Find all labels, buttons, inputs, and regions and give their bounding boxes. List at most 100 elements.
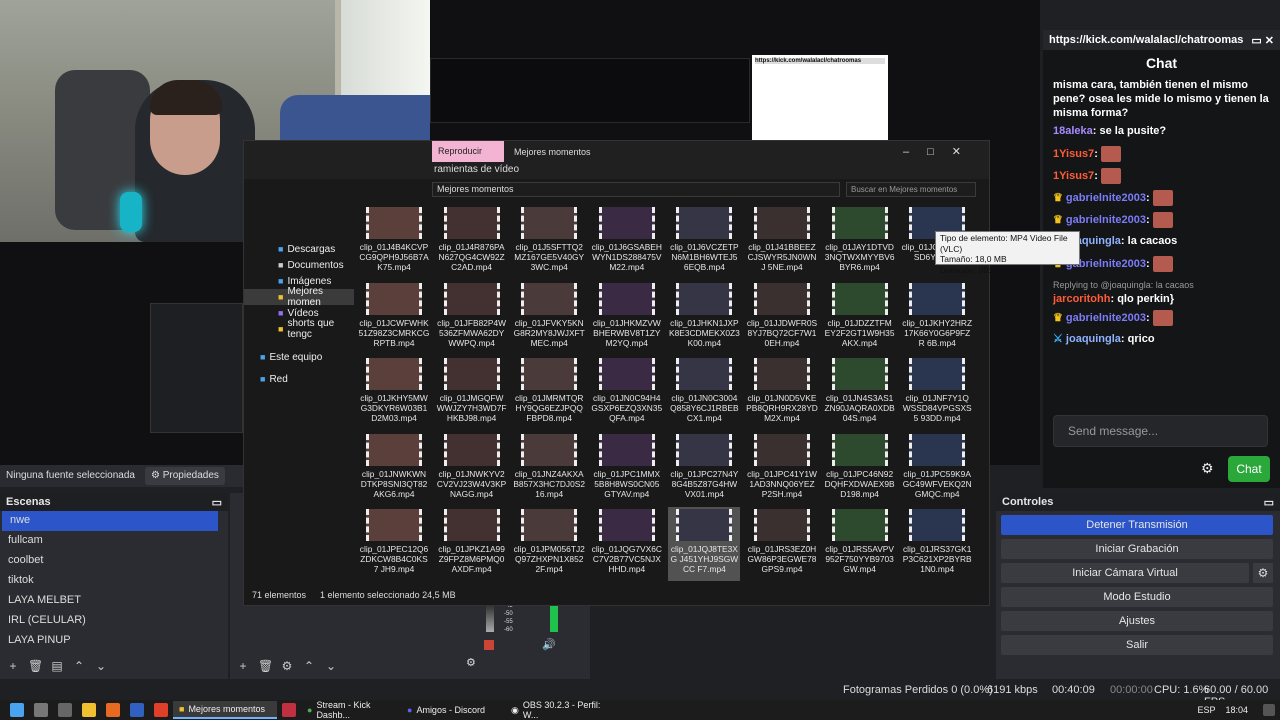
video-file[interactable]: clip_01J4R876PA N627QG4CW92Z C2AD.mp4 — [436, 205, 508, 279]
mail-icon[interactable] — [130, 703, 144, 717]
video-file[interactable]: clip_01JRS3EZ0H GW86P3EGWE78 GPS9.mp4 — [746, 507, 818, 581]
video-file[interactable]: clip_01JHKN1JXP K8E3CDMEKX0Z3 K00.mp4 — [668, 281, 740, 355]
video-file[interactable]: clip_01JN0C94H4 GSXP6EZQ3XN35 QFA.mp4 — [591, 356, 663, 430]
chat-username[interactable]: 1Yisus7 — [1053, 170, 1094, 182]
video-file[interactable]: clip_01JPC46N92 DQHFXDWAEX9B D198.mp4 — [824, 432, 896, 506]
stop-stream-button[interactable]: Detener Transmisión — [1001, 515, 1273, 535]
video-file[interactable]: clip_01JPC59K9A GC49WFVEKQ2N GMQC.mp4 — [901, 432, 973, 506]
add-scene-icon[interactable]: + — [6, 659, 20, 673]
mixer-settings-icon[interactable]: ⚙ — [466, 656, 476, 669]
search-input[interactable]: Buscar en Mejores momentos — [846, 181, 976, 197]
taskview-icon[interactable] — [58, 703, 72, 717]
video-file[interactable]: clip_01JMRMTQR HY9QG6EZJPQQ FBPD8.mp4 — [513, 356, 585, 430]
scene-item[interactable]: LAYA MELBET — [0, 591, 228, 611]
play-tab[interactable]: Reproducir — [432, 141, 504, 162]
video-file[interactable]: clip_01JJDWFR0S 8YJ7BQ72CF7W1 0EH.mp4 — [746, 281, 818, 355]
video-file[interactable]: clip_01JN4S3AS1 ZN90JAQRA0XDB 04S.mp4 — [824, 356, 896, 430]
search-icon[interactable] — [34, 703, 48, 717]
trash-icon[interactable]: 🗑 — [28, 659, 43, 673]
mute-icon[interactable] — [484, 640, 494, 650]
move-down-icon[interactable]: ⌄ — [324, 659, 338, 673]
video-file[interactable]: clip_01JN0D5VKE PB8QRH9RX28YD M2X.mp4 — [746, 356, 818, 430]
video-file[interactable]: clip_01JMGQFW WWJZY7H3WD7F HKBJ98.mp4 — [436, 356, 508, 430]
undock-icon[interactable]: ▭ — [1264, 496, 1274, 509]
window-controls[interactable]: –□✕ — [903, 145, 979, 158]
scene-item[interactable]: tiktok — [0, 571, 228, 591]
virtual-camera-button[interactable]: Iniciar Cámara Virtual — [1001, 563, 1249, 583]
gear-icon[interactable]: ⚙ — [1253, 563, 1273, 583]
video-file[interactable]: clip_01JN0C3004 Q858Y6CJ1RBEB CX1.mp4 — [668, 356, 740, 430]
nav-item[interactable]: ■ Red — [244, 371, 354, 387]
video-file[interactable]: clip_01J6VCZETP N6M1BH6WTEJ5 6EQB.mp4 — [668, 205, 740, 279]
video-file[interactable]: clip_01JKHY5MW G3DKYR6W03B1 D2M03.mp4 — [358, 356, 430, 430]
task-obs[interactable]: ◉ OBS 30.2.3 - Perfil: W... — [505, 700, 609, 720]
tray-clock[interactable]: 18:04 — [1225, 705, 1248, 715]
video-file[interactable]: clip_01JPC27N4Y 8G4B5Z87G4HW VX01.mp4 — [668, 432, 740, 506]
studio-mode-button[interactable]: Modo Estudio — [1001, 587, 1273, 607]
move-up-icon[interactable]: ⌃ — [302, 659, 316, 673]
scene-item[interactable]: IRL (CELULAR) — [0, 611, 228, 631]
video-file[interactable]: clip_01JFVKY5KN G8R2MY8JWJXFT MEC.mp4 — [513, 281, 585, 355]
settings-button[interactable]: Ajustes — [1001, 611, 1273, 631]
video-file[interactable]: clip_01JNZ4AKXA B857X3HC7DJ0S2 16.mp4 — [513, 432, 585, 506]
folder-icon[interactable] — [82, 703, 96, 717]
video-file[interactable]: clip_01JPC1MMX 5B8H8WS0CN05 GTYAV.mp4 — [591, 432, 663, 506]
nav-item[interactable]: ■ shorts que tengc — [244, 318, 354, 340]
scene-item[interactable]: nwe — [2, 511, 218, 531]
chat-username[interactable]: joaquingla — [1066, 333, 1121, 345]
move-down-icon[interactable]: ⌄ — [94, 659, 108, 673]
gear-icon[interactable]: ⚙ — [1201, 460, 1214, 477]
nav-item[interactable]: ■ Este equipo — [244, 349, 354, 365]
scene-item[interactable]: fullcam — [0, 531, 228, 551]
scene-item[interactable]: LAYA PINUP — [0, 631, 228, 651]
chat-username[interactable]: gabrielnite2003 — [1066, 192, 1146, 204]
filter-icon[interactable]: ▤ — [50, 659, 64, 673]
window-controls[interactable]: ▭ ✕ — [1251, 34, 1274, 47]
chat-username[interactable]: jarcoritohh — [1053, 293, 1110, 305]
properties-button[interactable]: ⚙ Propiedades — [145, 467, 225, 485]
video-file[interactable]: clip_01JQJ8TE3XG J451YHJ9SGWCC F7.mp4 — [668, 507, 741, 581]
video-file[interactable]: clip_01JRS5AVPV 952F750YYB9703 GW.mp4 — [824, 507, 896, 581]
video-file[interactable]: clip_01JNWKWN DTKP8SNI3QT82 AKG6.mp4 — [358, 432, 430, 506]
task-kick[interactable]: ● Stream - Kick Dashb... — [301, 700, 401, 720]
tray-lang[interactable]: ESP — [1197, 705, 1215, 715]
video-file[interactable]: clip_01JHKMZVW BHERWBV8T1ZY M2YQ.mp4 — [591, 281, 663, 355]
gear-icon[interactable]: ⚙ — [280, 659, 294, 673]
video-file[interactable]: clip_01JPM056TJ2 Q97ZHXPN1X852 2F.mp4 — [513, 507, 585, 581]
nav-item[interactable]: ■ Documentos — [244, 257, 354, 273]
video-file[interactable]: clip_01J4B4KCVP CG9QPH9J56B7A K75.mp4 — [358, 205, 430, 279]
app-icon[interactable] — [282, 703, 296, 717]
video-file[interactable]: clip_01JPEC12Q6 ZDKCW8B4C0KS7 JH9.mp4 — [358, 507, 430, 581]
video-file[interactable]: clip_01JKHY2HRZ 17K66Y0G6P9FZR 6B.mp4 — [901, 281, 973, 355]
chat-username[interactable]: gabrielnite2003 — [1066, 312, 1146, 324]
video-file[interactable]: clip_01J6GSABEH WYN1DS288475V M22.mp4 — [591, 205, 663, 279]
video-file[interactable]: clip_01JAY1DTVD 3NQTWXMYYBV6 BYR6.mp4 — [824, 205, 896, 279]
start-icon[interactable] — [10, 703, 24, 717]
start-recording-button[interactable]: Iniciar Grabación — [1001, 539, 1273, 559]
nav-item[interactable]: ■ Descargas — [244, 241, 354, 257]
nav-item[interactable]: ■ Mejores momen — [244, 286, 354, 308]
brave-icon[interactable] — [154, 703, 168, 717]
task-explorer[interactable]: ■ Mejores momentos — [173, 701, 277, 719]
undock-icon[interactable]: ▭ — [212, 496, 222, 509]
video-file[interactable]: clip_01J5SFTTQ2 MZ167GE5V40GY 3WC.mp4 — [513, 205, 585, 279]
task-discord[interactable]: ● Amigos - Discord — [401, 701, 505, 719]
chat-username[interactable]: gabrielnite2003 — [1066, 214, 1146, 226]
chat-send-button[interactable]: Chat — [1228, 456, 1270, 482]
trash-icon[interactable]: 🗑 — [258, 659, 273, 673]
video-file[interactable]: clip_01JFB82P4W 536ZFMWA62DY WWPQ.mp4 — [436, 281, 508, 355]
video-file[interactable]: clip_01JNWKYV2 CV2VJ23W4V3KP NAGG.mp4 — [436, 432, 508, 506]
chat-username[interactable]: 1Yisus7 — [1053, 148, 1094, 160]
address-bar[interactable]: Mejores momentos — [432, 181, 840, 197]
move-up-icon[interactable]: ⌃ — [72, 659, 86, 673]
video-file[interactable]: clip_01JPC41Y1W 1AD3NNQ06YEZ P2SH.mp4 — [746, 432, 818, 506]
video-file[interactable]: clip_01J41BBEEZ CJSWYR5JN0WNJ 5NE.mp4 — [746, 205, 818, 279]
chat-username[interactable]: 18aleka — [1053, 125, 1093, 137]
video-file[interactable]: clip_01JCWFWHK 51Z98Z3CMRKCG RPTB.mp4 — [358, 281, 430, 355]
video-file[interactable]: clip_01JQG7VX6C C7V2B77VC5NJX HHD.mp4 — [591, 507, 663, 581]
volume-icon[interactable]: 🔊 — [542, 638, 556, 651]
notification-icon[interactable] — [1263, 704, 1275, 716]
exit-button[interactable]: Salir — [1001, 635, 1273, 655]
chat-input[interactable]: Send message... — [1053, 415, 1268, 447]
video-file[interactable]: clip_01JNF7Y1Q WSSD84VPGSXS5 93DD.mp4 — [901, 356, 973, 430]
